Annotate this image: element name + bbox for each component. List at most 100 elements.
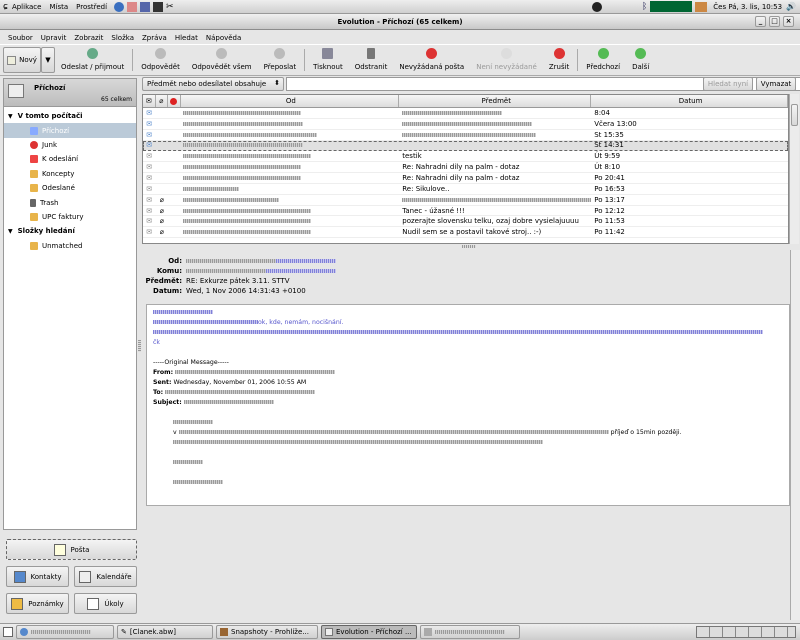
- folder-trash[interactable]: Trash: [4, 195, 136, 209]
- group-search-folders[interactable]: Složky hledání: [4, 224, 136, 238]
- sender-link[interactable]: [276, 259, 336, 263]
- preview-scrollbar[interactable]: [790, 250, 800, 620]
- menu-places[interactable]: Místa: [45, 3, 72, 11]
- link-line[interactable]: [153, 320, 258, 324]
- read-envelope-icon[interactable]: ✉: [143, 217, 155, 225]
- message-row[interactable]: ✉ ⌀ Po 13:17: [143, 195, 788, 206]
- menu-message[interactable]: Zpráva: [138, 34, 171, 42]
- task-browser[interactable]: [16, 625, 114, 639]
- menu-file[interactable]: Soubor: [4, 34, 37, 42]
- system-monitor-icon[interactable]: [650, 1, 693, 12]
- read-envelope-icon[interactable]: ✉: [143, 207, 155, 215]
- reply-button[interactable]: Odpovědět: [135, 45, 186, 75]
- folder-unmatched[interactable]: Unmatched: [4, 239, 136, 253]
- task-abiword[interactable]: ✎ [Clanek.abw]: [117, 625, 213, 639]
- sidebar-pane-handle[interactable]: [138, 340, 141, 352]
- link-short[interactable]: čk: [153, 339, 160, 346]
- read-envelope-icon[interactable]: ✉: [143, 152, 155, 160]
- workspace-switcher[interactable]: [696, 626, 796, 638]
- not-junk-button[interactable]: Není nevyžádané: [470, 45, 543, 75]
- show-desktop-icon[interactable]: [3, 627, 13, 637]
- folder-drafts[interactable]: Koncepty: [4, 167, 136, 181]
- message-row[interactable]: ✉ St 15:35: [143, 130, 788, 141]
- message-row[interactable]: ✉ ⌀ Tanec - úžasné !!! Po 12:12: [143, 206, 788, 217]
- folder-sent[interactable]: Odeslané: [4, 181, 136, 195]
- tools-launcher-icon[interactable]: ✂: [166, 2, 174, 12]
- read-envelope-icon[interactable]: ✉: [143, 163, 155, 171]
- flag-column-header[interactable]: [168, 95, 181, 107]
- folder-outbox[interactable]: K odeslání: [4, 152, 136, 166]
- from-column-header[interactable]: Od: [181, 95, 400, 107]
- task-snapshoty[interactable]: Snapshoty - Prohlíže...: [216, 625, 318, 639]
- image-launcher-icon[interactable]: [140, 1, 151, 12]
- recipient-link[interactable]: [266, 269, 336, 273]
- previous-button[interactable]: Předchozí: [580, 45, 626, 75]
- menu-folder[interactable]: Složka: [107, 34, 138, 42]
- folder-junk[interactable]: Junk: [4, 138, 136, 152]
- switcher-calendar-button[interactable]: Kalendáře: [74, 566, 137, 587]
- group-local[interactable]: V tomto počítači: [4, 109, 136, 123]
- print-button[interactable]: Tisknout: [307, 45, 349, 75]
- list-pane-handle[interactable]: [462, 245, 476, 248]
- switcher-memos-button[interactable]: Poznámky: [6, 593, 69, 614]
- menu-view[interactable]: Zobrazit: [70, 34, 107, 42]
- read-envelope-icon[interactable]: ✉: [143, 185, 155, 193]
- date-column-header[interactable]: Datum: [591, 95, 788, 107]
- message-list-scrollbar[interactable]: [789, 94, 799, 244]
- maximize-button[interactable]: □: [769, 16, 780, 27]
- new-button[interactable]: Nový: [3, 47, 41, 73]
- message-row[interactable]: ✉ ⌀ Nudil sem se a postavil takové stroj..…: [143, 227, 788, 239]
- unread-envelope-icon[interactable]: ✉: [143, 109, 155, 117]
- link-line[interactable]: [153, 330, 763, 334]
- unread-envelope-icon[interactable]: ✉: [143, 120, 155, 128]
- attachment-column-header[interactable]: ⌀: [156, 95, 168, 107]
- reply-all-button[interactable]: Odpovědět všem: [186, 45, 258, 75]
- message-row[interactable]: ✉ Včera 13:00: [143, 119, 788, 130]
- switcher-mail-button[interactable]: Pošta: [6, 539, 137, 560]
- network-icon[interactable]: [695, 1, 708, 12]
- scrollbar-thumb[interactable]: [791, 104, 798, 126]
- status-column-header[interactable]: ✉: [143, 95, 156, 107]
- switcher-tasks-button[interactable]: Úkoly: [74, 593, 137, 614]
- message-row[interactable]: ✉ Re: Nahradni dily na palm - dotaz Út 8:1…: [143, 162, 788, 174]
- read-envelope-icon[interactable]: ✉: [143, 174, 155, 182]
- browser-launcher-icon[interactable]: [114, 1, 125, 12]
- clear-button[interactable]: Vymazat: [756, 77, 796, 91]
- menu-system[interactable]: Prostředí: [72, 3, 111, 11]
- link-tail[interactable]: ok, kde, nemám, nocišnání.: [258, 319, 343, 326]
- message-row[interactable]: ✉ Re: Nahradni dily na palm - dotaz Po 20:…: [143, 173, 788, 184]
- mail-launcher-icon[interactable]: [127, 1, 138, 12]
- unread-envelope-icon[interactable]: ✉: [143, 131, 155, 139]
- bluetooth-icon[interactable]: ᛒ: [642, 2, 647, 12]
- update-icon[interactable]: [591, 1, 602, 12]
- subject-column-header[interactable]: Předmět: [399, 95, 592, 107]
- folder-inbox[interactable]: Příchozí: [4, 123, 136, 138]
- message-row[interactable]: ✉ ⌀ pozerajte slovensku telku, ozaj dobre …: [143, 216, 788, 228]
- link-line[interactable]: [153, 310, 213, 314]
- minimize-button[interactable]: _: [755, 16, 766, 27]
- cancel-button[interactable]: Zrušit: [543, 45, 575, 75]
- menu-search[interactable]: Hledat: [171, 34, 202, 42]
- menu-edit[interactable]: Upravit: [37, 34, 71, 42]
- menu-applications[interactable]: Aplikace: [8, 3, 46, 11]
- task-other[interactable]: [420, 625, 520, 639]
- message-row[interactable]: ✉ testik Út 9:59: [143, 151, 788, 163]
- new-dropdown-button[interactable]: ▼: [41, 47, 55, 73]
- send-receive-button[interactable]: Odeslat / přijmout: [55, 45, 130, 75]
- forward-button[interactable]: Přeposlat: [258, 45, 302, 75]
- terminal-launcher-icon[interactable]: [153, 1, 164, 12]
- volume-icon[interactable]: 🔊: [786, 2, 796, 11]
- folder-upc-faktury[interactable]: UPC faktury: [4, 210, 136, 224]
- read-envelope-icon[interactable]: ✉: [143, 196, 155, 204]
- next-button[interactable]: Další: [626, 45, 655, 75]
- delete-button[interactable]: Odstranit: [349, 45, 394, 75]
- message-row[interactable]: ✉ Re: Sikulove.. Po 16:53: [143, 184, 788, 195]
- close-button[interactable]: ×: [783, 16, 794, 27]
- recipient-address[interactable]: [186, 269, 266, 273]
- sender-address[interactable]: [186, 259, 276, 263]
- message-row[interactable]: ✉ St 14:31: [143, 140, 788, 152]
- task-evolution[interactable]: Evolution - Příchozí ...: [321, 625, 417, 639]
- menu-help[interactable]: Nápověda: [202, 34, 245, 42]
- read-envelope-icon[interactable]: ✉: [143, 228, 155, 236]
- window-titlebar[interactable]: Evolution - Příchozí (65 celkem) _ □ ×: [0, 14, 800, 30]
